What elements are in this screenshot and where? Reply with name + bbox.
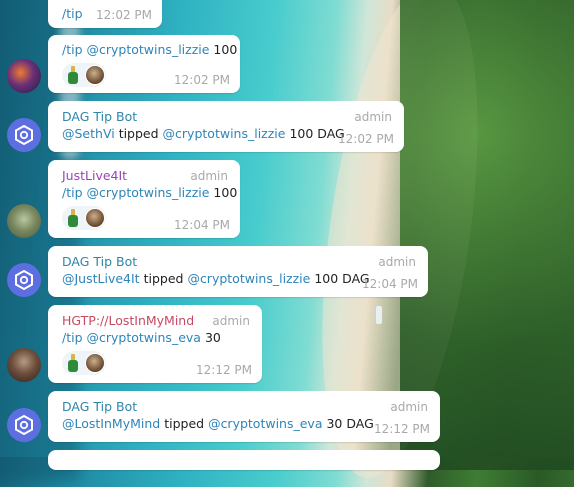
reaction-user-avatar bbox=[85, 65, 105, 85]
sender-role: admin bbox=[190, 169, 228, 183]
sender-role: admin bbox=[354, 110, 392, 124]
reaction-chip[interactable] bbox=[62, 206, 106, 230]
bot-avatar[interactable] bbox=[7, 118, 41, 152]
chat-history[interactable]: /tip 12:02 PM /tip @cryptotwins_lizzie 1… bbox=[0, 0, 574, 470]
user-avatar[interactable] bbox=[7, 348, 41, 382]
user-mention[interactable]: @cryptotwins_lizzie bbox=[87, 185, 210, 200]
message-time: 12:12 PM bbox=[374, 422, 430, 436]
tip-command[interactable]: /tip bbox=[62, 185, 83, 200]
reaction-chip[interactable] bbox=[62, 63, 106, 87]
reaction-user-avatar bbox=[85, 208, 105, 228]
sender-name[interactable]: JustLive4It bbox=[62, 167, 127, 184]
bot-avatar[interactable] bbox=[7, 408, 41, 442]
message-time: 12:12 PM bbox=[196, 363, 252, 377]
reaction-user-avatar bbox=[85, 353, 105, 373]
hexagon-logo-icon bbox=[15, 270, 33, 290]
tip-amount: 30 bbox=[204, 330, 221, 345]
user-mention[interactable]: @cryptotwins_lizzie bbox=[187, 271, 310, 286]
message-bubble[interactable]: DAG Tip Bot admin @JustLive4It tipped @c… bbox=[48, 246, 428, 297]
tip-amount: 100 bbox=[213, 185, 238, 200]
bottle-icon bbox=[65, 354, 81, 372]
reaction-chip[interactable] bbox=[62, 351, 106, 375]
tip-command[interactable]: /tip bbox=[62, 42, 83, 57]
user-avatar[interactable] bbox=[7, 204, 41, 238]
sender-name[interactable]: HGTP://LostInMyMind bbox=[62, 312, 194, 329]
bottle-icon bbox=[65, 66, 81, 84]
message-time: 12:02 PM bbox=[174, 73, 230, 87]
sender-role: admin bbox=[390, 400, 428, 414]
sender-role: admin bbox=[212, 314, 250, 328]
user-avatar[interactable] bbox=[7, 59, 41, 93]
sender-name[interactable]: DAG Tip Bot bbox=[62, 398, 137, 415]
message-bubble[interactable]: /tip 12:02 PM bbox=[48, 0, 162, 28]
tip-amount: 30 DAG bbox=[326, 416, 374, 431]
message-time: 12:04 PM bbox=[174, 218, 230, 232]
message-bubble[interactable]: JustLive4It admin /tip @cryptotwins_lizz… bbox=[48, 160, 240, 238]
sender-name[interactable]: DAG Tip Bot bbox=[62, 108, 137, 125]
tip-amount: 100 DAG bbox=[289, 126, 345, 141]
hexagon-logo-icon bbox=[15, 415, 33, 435]
message-bubble[interactable]: DAG Tip Bot admin @LostInMyMind tipped @… bbox=[48, 391, 440, 442]
message-time: 12:02 PM bbox=[338, 132, 394, 146]
user-mention[interactable]: @SethVi bbox=[62, 126, 115, 141]
message-bubble[interactable]: DAG Tip Bot admin @SethVi tipped @crypto… bbox=[48, 101, 404, 152]
message-bubble[interactable]: /tip @cryptotwins_lizzie 100 12:02 PM bbox=[48, 35, 240, 93]
message-time: 12:04 PM bbox=[362, 277, 418, 291]
bot-avatar[interactable] bbox=[7, 263, 41, 297]
message-time: 12:02 PM bbox=[96, 8, 152, 22]
user-mention[interactable]: @cryptotwins_lizzie bbox=[87, 42, 210, 57]
sender-role: admin bbox=[378, 255, 416, 269]
tip-command[interactable]: /tip bbox=[62, 6, 83, 21]
tip-amount: 100 bbox=[213, 42, 238, 57]
tip-verb: tipped bbox=[143, 271, 184, 286]
user-mention[interactable]: @cryptotwins_lizzie bbox=[163, 126, 286, 141]
sender-name[interactable]: DAG Tip Bot bbox=[62, 253, 137, 270]
tip-command[interactable]: /tip bbox=[62, 330, 83, 345]
tip-verb: tipped bbox=[118, 126, 159, 141]
user-mention[interactable]: @cryptotwins_eva bbox=[87, 330, 201, 345]
user-mention[interactable]: @JustLive4It bbox=[62, 271, 140, 286]
tip-verb: tipped bbox=[164, 416, 205, 431]
user-mention[interactable]: @cryptotwins_eva bbox=[208, 416, 322, 431]
message-bubble[interactable]: HGTP://LostInMyMind admin /tip @cryptotw… bbox=[48, 305, 262, 383]
message-bubble[interactable] bbox=[48, 450, 440, 470]
hexagon-logo-icon bbox=[15, 125, 33, 145]
bottle-icon bbox=[65, 209, 81, 227]
user-mention[interactable]: @LostInMyMind bbox=[62, 416, 160, 431]
